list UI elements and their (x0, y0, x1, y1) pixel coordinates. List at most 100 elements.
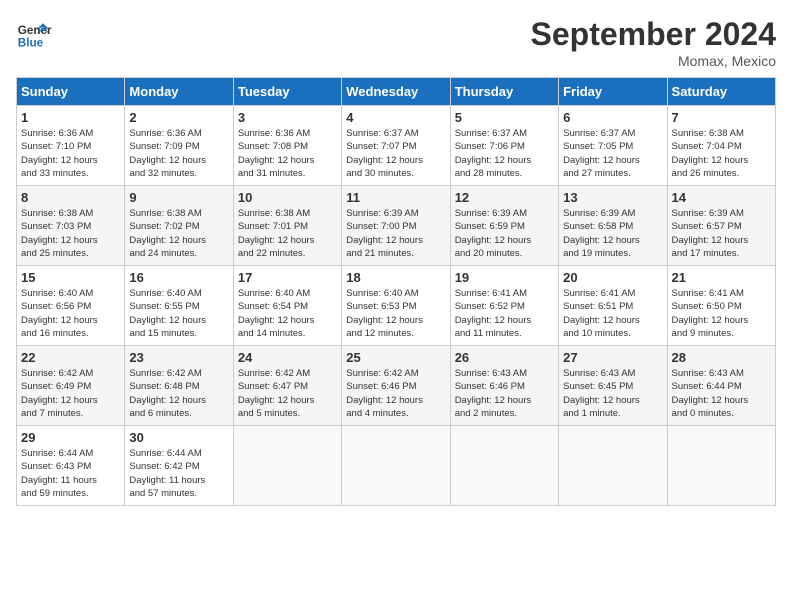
calendar-cell: 22 Sunrise: 6:42 AM Sunset: 6:49 PM Dayli… (17, 346, 125, 426)
location: Momax, Mexico (531, 53, 776, 69)
calendar-cell: 17 Sunrise: 6:40 AM Sunset: 6:54 PM Dayli… (233, 266, 341, 346)
day-number: 27 (563, 350, 662, 365)
day-number: 4 (346, 110, 445, 125)
calendar-cell: 4 Sunrise: 6:37 AM Sunset: 7:07 PM Daylig… (342, 106, 450, 186)
cell-content: Sunrise: 6:40 AM Sunset: 6:53 PM Dayligh… (346, 287, 445, 340)
cell-content: Sunrise: 6:43 AM Sunset: 6:44 PM Dayligh… (672, 367, 771, 420)
logo: General Blue (16, 16, 52, 52)
day-header-friday: Friday (559, 78, 667, 106)
cell-content: Sunrise: 6:38 AM Sunset: 7:04 PM Dayligh… (672, 127, 771, 180)
calendar-cell: 26 Sunrise: 6:43 AM Sunset: 6:46 PM Dayli… (450, 346, 558, 426)
calendar-cell (233, 426, 341, 506)
calendar-cell: 19Sunrise: 6:41 AM Sunset: 6:52 PM Dayli… (450, 266, 558, 346)
calendar-cell (559, 426, 667, 506)
calendar-body: 1 Sunrise: 6:36 AM Sunset: 7:10 PM Daylig… (17, 106, 776, 506)
day-number: 21 (672, 270, 771, 285)
calendar-week-4: 22 Sunrise: 6:42 AM Sunset: 6:49 PM Dayli… (17, 346, 776, 426)
day-number: 23 (129, 350, 228, 365)
calendar-table: SundayMondayTuesdayWednesdayThursdayFrid… (16, 77, 776, 506)
calendar-cell: 23 Sunrise: 6:42 AM Sunset: 6:48 PM Dayli… (125, 346, 233, 426)
cell-content: Sunrise: 6:42 AM Sunset: 6:47 PM Dayligh… (238, 367, 337, 420)
cell-content: Sunrise: 6:42 AM Sunset: 6:49 PM Dayligh… (21, 367, 120, 420)
cell-content: Sunrise: 6:36 AM Sunset: 7:09 PM Dayligh… (129, 127, 228, 180)
cell-content: Sunrise: 6:36 AM Sunset: 7:08 PM Dayligh… (238, 127, 337, 180)
calendar-cell: 15 Sunrise: 6:40 AM Sunset: 6:56 PM Dayli… (17, 266, 125, 346)
day-number: 18 (346, 270, 445, 285)
calendar-cell: 8 Sunrise: 6:38 AM Sunset: 7:03 PM Daylig… (17, 186, 125, 266)
cell-content: Sunrise: 6:39 AM Sunset: 6:58 PM Dayligh… (563, 207, 662, 260)
cell-content: Sunrise: 6:44 AM Sunset: 6:43 PM Dayligh… (21, 447, 120, 500)
day-number: 8 (21, 190, 120, 205)
day-number: 9 (129, 190, 228, 205)
cell-content: Sunrise: 6:42 AM Sunset: 6:46 PM Dayligh… (346, 367, 445, 420)
calendar-cell: 18 Sunrise: 6:40 AM Sunset: 6:53 PM Dayli… (342, 266, 450, 346)
calendar-cell: 1 Sunrise: 6:36 AM Sunset: 7:10 PM Daylig… (17, 106, 125, 186)
day-number: 20 (563, 270, 662, 285)
day-header-saturday: Saturday (667, 78, 775, 106)
day-number: 11 (346, 190, 445, 205)
cell-content: Sunrise: 6:43 AM Sunset: 6:46 PM Dayligh… (455, 367, 554, 420)
cell-content: Sunrise: 6:40 AM Sunset: 6:54 PM Dayligh… (238, 287, 337, 340)
day-number: 7 (672, 110, 771, 125)
cell-content: Sunrise: 6:43 AM Sunset: 6:45 PM Dayligh… (563, 367, 662, 420)
calendar-cell (450, 426, 558, 506)
cell-content: Sunrise: 6:39 AM Sunset: 7:00 PM Dayligh… (346, 207, 445, 260)
cell-content: Sunrise: 6:40 AM Sunset: 6:56 PM Dayligh… (21, 287, 120, 340)
day-header-sunday: Sunday (17, 78, 125, 106)
calendar-cell: 12Sunrise: 6:39 AM Sunset: 6:59 PM Dayli… (450, 186, 558, 266)
svg-text:General: General (18, 24, 52, 37)
calendar-week-1: 1 Sunrise: 6:36 AM Sunset: 7:10 PM Daylig… (17, 106, 776, 186)
calendar-cell (667, 426, 775, 506)
cell-content: Sunrise: 6:39 AM Sunset: 6:57 PM Dayligh… (672, 207, 771, 260)
calendar-cell: 21 Sunrise: 6:41 AM Sunset: 6:50 PM Dayli… (667, 266, 775, 346)
calendar-cell: 27 Sunrise: 6:43 AM Sunset: 6:45 PM Dayli… (559, 346, 667, 426)
calendar-cell: 29 Sunrise: 6:44 AM Sunset: 6:43 PM Dayli… (17, 426, 125, 506)
calendar-cell: 10 Sunrise: 6:38 AM Sunset: 7:01 PM Dayli… (233, 186, 341, 266)
day-number: 3 (238, 110, 337, 125)
cell-content: Sunrise: 6:38 AM Sunset: 7:01 PM Dayligh… (238, 207, 337, 260)
day-number: 26 (455, 350, 554, 365)
calendar-cell: 2 Sunrise: 6:36 AM Sunset: 7:09 PM Daylig… (125, 106, 233, 186)
calendar-cell: 30Sunrise: 6:44 AM Sunset: 6:42 PM Dayli… (125, 426, 233, 506)
day-number: 2 (129, 110, 228, 125)
day-number: 29 (21, 430, 120, 445)
calendar-cell: 6Sunrise: 6:37 AM Sunset: 7:05 PM Daylig… (559, 106, 667, 186)
title-block: September 2024 Momax, Mexico (531, 16, 776, 69)
calendar-week-5: 29 Sunrise: 6:44 AM Sunset: 6:43 PM Dayli… (17, 426, 776, 506)
day-number: 28 (672, 350, 771, 365)
cell-content: Sunrise: 6:38 AM Sunset: 7:02 PM Dayligh… (129, 207, 228, 260)
day-number: 17 (238, 270, 337, 285)
calendar-header-row: SundayMondayTuesdayWednesdayThursdayFrid… (17, 78, 776, 106)
day-header-monday: Monday (125, 78, 233, 106)
cell-content: Sunrise: 6:42 AM Sunset: 6:48 PM Dayligh… (129, 367, 228, 420)
calendar-week-2: 8 Sunrise: 6:38 AM Sunset: 7:03 PM Daylig… (17, 186, 776, 266)
day-header-thursday: Thursday (450, 78, 558, 106)
calendar-cell: 11 Sunrise: 6:39 AM Sunset: 7:00 PM Dayli… (342, 186, 450, 266)
day-header-wednesday: Wednesday (342, 78, 450, 106)
cell-content: Sunrise: 6:37 AM Sunset: 7:07 PM Dayligh… (346, 127, 445, 180)
day-number: 1 (21, 110, 120, 125)
calendar-cell: 28 Sunrise: 6:43 AM Sunset: 6:44 PM Dayli… (667, 346, 775, 426)
day-number: 22 (21, 350, 120, 365)
cell-content: Sunrise: 6:36 AM Sunset: 7:10 PM Dayligh… (21, 127, 120, 180)
day-number: 25 (346, 350, 445, 365)
cell-content: Sunrise: 6:41 AM Sunset: 6:50 PM Dayligh… (672, 287, 771, 340)
day-number: 30 (129, 430, 228, 445)
day-number: 6 (563, 110, 662, 125)
logo-icon: General Blue (16, 16, 52, 52)
cell-content: Sunrise: 6:38 AM Sunset: 7:03 PM Dayligh… (21, 207, 120, 260)
day-number: 5 (455, 110, 554, 125)
day-number: 16 (129, 270, 228, 285)
calendar-week-3: 15 Sunrise: 6:40 AM Sunset: 6:56 PM Dayli… (17, 266, 776, 346)
calendar-cell: 25 Sunrise: 6:42 AM Sunset: 6:46 PM Dayli… (342, 346, 450, 426)
day-number: 15 (21, 270, 120, 285)
calendar-cell: 7 Sunrise: 6:38 AM Sunset: 7:04 PM Daylig… (667, 106, 775, 186)
calendar-cell: 16Sunrise: 6:40 AM Sunset: 6:55 PM Dayli… (125, 266, 233, 346)
day-number: 19 (455, 270, 554, 285)
cell-content: Sunrise: 6:39 AM Sunset: 6:59 PM Dayligh… (455, 207, 554, 260)
calendar-cell: 13Sunrise: 6:39 AM Sunset: 6:58 PM Dayli… (559, 186, 667, 266)
day-header-tuesday: Tuesday (233, 78, 341, 106)
day-number: 10 (238, 190, 337, 205)
cell-content: Sunrise: 6:37 AM Sunset: 7:06 PM Dayligh… (455, 127, 554, 180)
calendar-cell: 14Sunrise: 6:39 AM Sunset: 6:57 PM Dayli… (667, 186, 775, 266)
